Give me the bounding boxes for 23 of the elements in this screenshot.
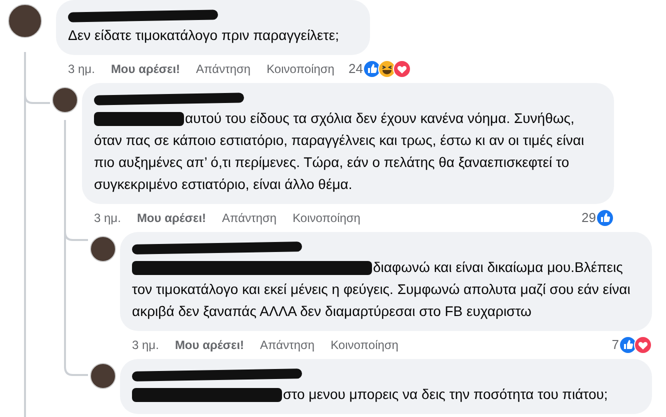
- avatar[interactable]: [8, 4, 42, 38]
- avatar[interactable]: [90, 363, 116, 389]
- comment-text: στο μενου μπορεις να δεις την ποσότητα του πιάτου;: [132, 383, 640, 405]
- reply-link[interactable]: Απάντηση: [196, 60, 251, 78]
- like-link[interactable]: Μου αρέσει!: [174, 336, 244, 354]
- share-link[interactable]: Κοινοποίηση: [292, 209, 360, 227]
- avatar[interactable]: [90, 236, 116, 262]
- comment-text: διαφωνώ και είναι δικαίωμα μου.Βλέπεις τον τιμοκατάλογο και εκεί μένεις η φεύγεις. Συμφωνώ απολυτα μαζί σου εάν είναι ακριβά δεν ξαναπάς ΑΛΛΑ δεν διαμαρτύρεσαι στο FB ευχαριστω: [132, 258, 632, 321]
- timestamp: 3 ημ.: [94, 210, 121, 227]
- avatar[interactable]: [52, 87, 78, 113]
- comment-text: αυτού του είδους τα σχόλια δεν έχουν κανένα νόημα. Συνήθως, όταν πας σε κάποιο εστιατόριο, παραγγέλνεις και τρως, έστω κι αν οι τιμές είναι πιο αυξημένες απ’ ό,τι περίμενες. Τώρα, εάν ο πελάτης θα ξαναεπισκεφτεί το συγκεκριμένο εστιατόριο, είναι άλλο θέμα.: [94, 109, 586, 194]
- reply-link[interactable]: Απάντηση: [222, 209, 277, 227]
- reaction-count: 24: [348, 60, 363, 78]
- timestamp: 3 ημ.: [132, 337, 159, 354]
- timestamp: 3 ημ.: [68, 61, 95, 78]
- comment-text: Δεν είδατε τιμοκατάλογο πριν παραγγείλετε;: [68, 26, 340, 45]
- like-link[interactable]: Μου αρέσει!: [136, 209, 206, 227]
- share-link[interactable]: Κοινοποίηση: [266, 60, 334, 78]
- share-link[interactable]: Κοινοποίηση: [330, 336, 398, 354]
- reply-link[interactable]: Απάντηση: [260, 336, 315, 354]
- reaction-count: 29: [582, 209, 596, 228]
- like-link[interactable]: Μου αρέσει!: [110, 60, 180, 78]
- reaction-count: 7: [612, 336, 619, 354]
